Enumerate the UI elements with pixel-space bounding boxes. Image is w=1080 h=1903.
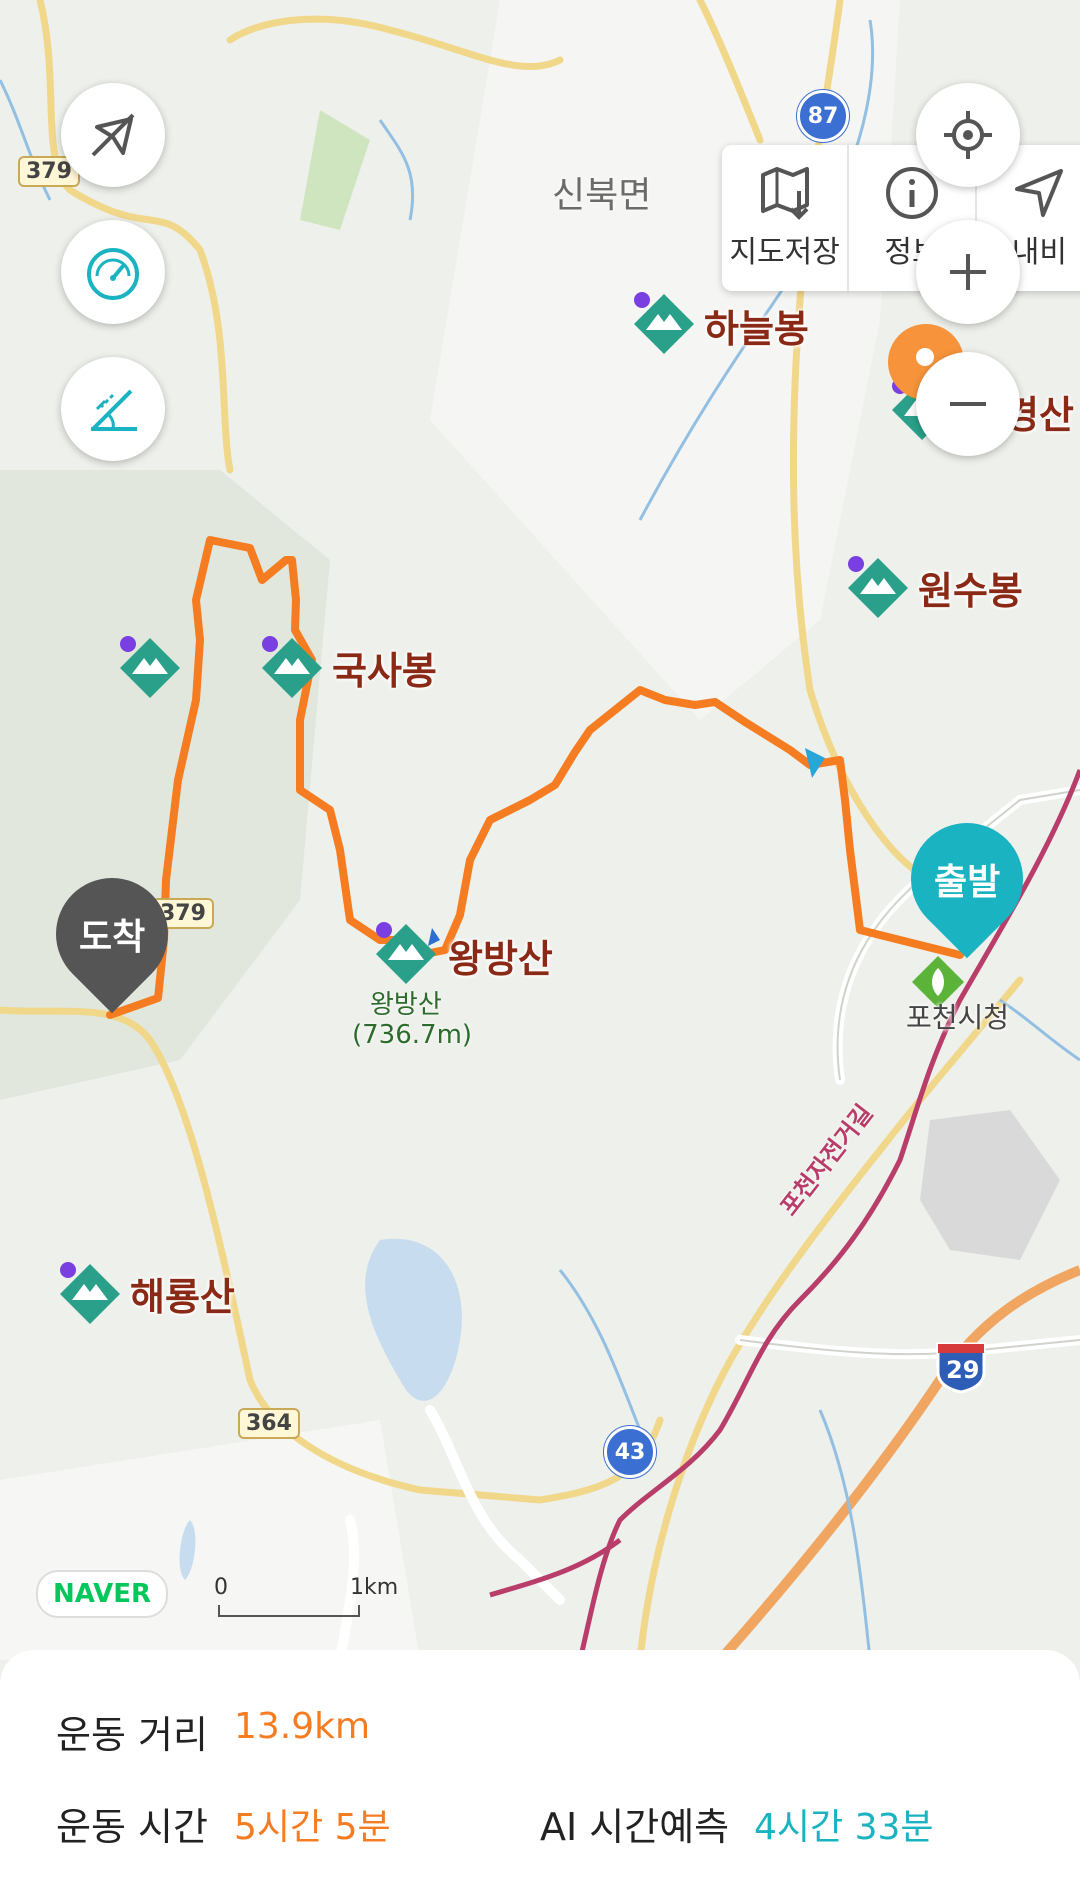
- end-marker-label: 도착: [78, 917, 146, 958]
- plus-icon: [950, 254, 986, 290]
- distance-value: 13.9km: [234, 1706, 371, 1747]
- place-label-sinbuk: 신북면: [552, 175, 652, 216]
- distance-label: 운동 거리: [56, 1713, 208, 1757]
- speedometer-icon: [87, 248, 139, 300]
- navigation-arrow-icon: [1015, 169, 1064, 217]
- naver-logo: NAVER: [36, 1570, 168, 1618]
- interstate-number: 29: [946, 1356, 980, 1384]
- compass-off-icon: [91, 113, 135, 157]
- crosshair-icon: [944, 111, 992, 159]
- zoom-in-button[interactable]: [916, 220, 1020, 324]
- map-download-icon: [760, 167, 809, 220]
- peak-label-haneulbong: 하늘봉: [704, 307, 809, 351]
- minus-icon: [950, 402, 986, 406]
- stats-panel: 운동 거리 13.9km 운동 시간 5시간 5분 AI 시간예측 4시간 33…: [0, 1650, 1080, 1903]
- save-map-button[interactable]: 지도저장: [722, 145, 850, 291]
- peak-icon-wonsubong[interactable]: [846, 556, 910, 620]
- time-label: 운동 시간: [56, 1805, 208, 1849]
- my-location-button[interactable]: [916, 83, 1020, 187]
- peak-label-guksabong: 국사봉: [332, 649, 437, 693]
- peak-icon-guksabong[interactable]: [260, 636, 324, 700]
- peak-label-haeryongsan: 해룡산: [130, 1275, 235, 1319]
- interstate-badge-29: 29: [934, 1338, 988, 1394]
- highway-badge-87: 87: [797, 90, 849, 142]
- map-view[interactable]: 신북면 하늘봉 경산 원수봉 국사봉 왕방산 왕방산 (736.7m) 해룡산 …: [0, 0, 1080, 1660]
- summit-elevation: (736.7m): [352, 1020, 473, 1050]
- ai-time-value: 4시간 33분: [754, 1807, 934, 1848]
- map-toolbar: 지도저장 정보 내비: [722, 145, 1080, 291]
- zoom-out-button[interactable]: [916, 352, 1020, 456]
- peak-icon-unnamed[interactable]: [118, 636, 182, 700]
- peak-icon-haneulbong[interactable]: [632, 292, 696, 356]
- info-icon: [885, 167, 938, 219]
- compass-off-button[interactable]: [61, 83, 165, 187]
- scale-zero: 0: [214, 1575, 228, 1600]
- start-marker-label: 출발: [933, 862, 1001, 903]
- summit-name: 왕방산: [370, 990, 442, 1020]
- peak-icon-haeryongsan[interactable]: [58, 1262, 122, 1326]
- peak-label-wonsubong: 원수봉: [918, 569, 1023, 613]
- scale-bar: [218, 1605, 360, 1617]
- time-value: 5시간 5분: [234, 1807, 391, 1848]
- cityhall-label: 포천시청: [906, 1001, 1010, 1034]
- ai-time-label: AI 시간예측: [540, 1805, 730, 1849]
- speed-button[interactable]: [61, 220, 165, 324]
- peak-icon-wangbangsan[interactable]: [374, 922, 438, 986]
- navigation-label: 내비: [1011, 235, 1067, 270]
- peak-label-wangbangsan: 왕방산: [448, 937, 553, 981]
- highway-badge-43: 43: [604, 1426, 656, 1478]
- slope-icon: [91, 389, 137, 431]
- road-badge-364: 364: [238, 1408, 300, 1439]
- save-map-label: 지도저장: [729, 235, 840, 270]
- scale-one-km: 1km: [350, 1575, 399, 1600]
- slope-button[interactable]: [61, 357, 165, 461]
